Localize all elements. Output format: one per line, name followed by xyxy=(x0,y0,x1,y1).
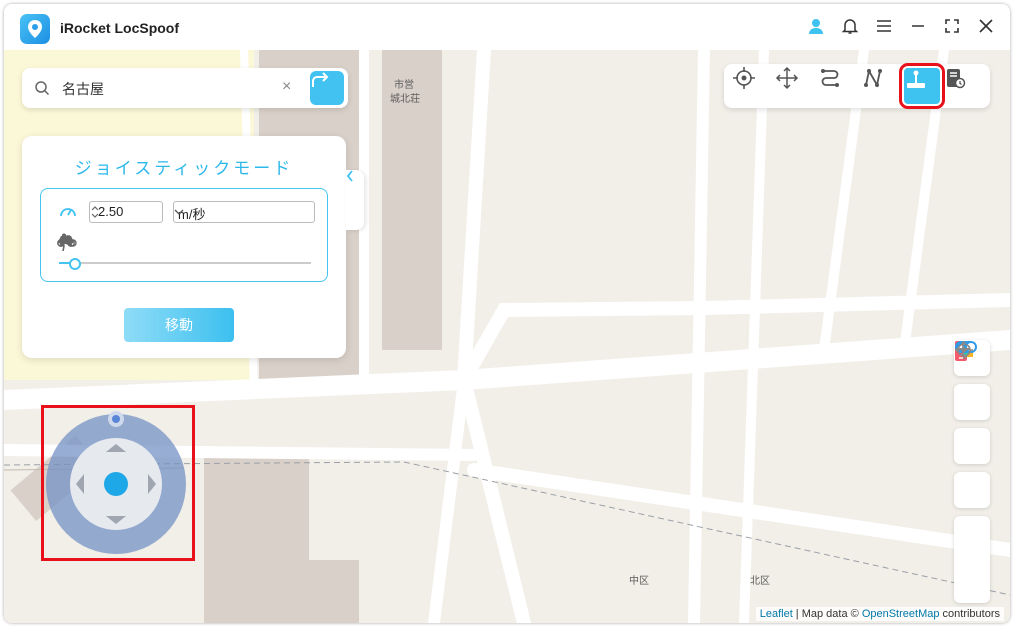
map-label: 中区 xyxy=(629,576,649,587)
joystick-control[interactable] xyxy=(46,411,186,554)
search-go-button[interactable] xyxy=(310,71,344,105)
chevron-left-icon xyxy=(346,170,353,182)
speed-value: 2.50 xyxy=(98,204,124,219)
teleport-mode-button[interactable] xyxy=(732,66,772,106)
multi-route-icon xyxy=(863,68,882,88)
map-view[interactable]: 市営 城北荘 中区 北区 × ジョイスティックモード 2.50 xyxy=(4,50,1010,623)
direction-indicator-icon[interactable] xyxy=(108,411,124,427)
joystick-icon xyxy=(906,70,925,88)
app-title: iRocket LocSpoof xyxy=(60,20,180,36)
device-button[interactable] xyxy=(954,341,990,420)
side-toolbar xyxy=(954,340,994,603)
zoom-out-button[interactable] xyxy=(954,348,990,603)
panel-title: ジョイスティックモード xyxy=(74,159,294,178)
attribution-tail: contributors xyxy=(939,608,1000,620)
menu-icon[interactable] xyxy=(874,16,894,36)
move-mode-button[interactable] xyxy=(775,66,815,106)
zoom-in-button[interactable] xyxy=(954,342,990,574)
arrow-down-icon xyxy=(106,516,126,524)
leaflet-link[interactable]: Leaflet xyxy=(760,608,793,620)
slider-handle[interactable] xyxy=(69,258,82,270)
move-button[interactable]: 移動 xyxy=(124,308,234,342)
map-label: 北区 xyxy=(750,576,770,587)
search-input[interactable] xyxy=(60,77,264,101)
speed-settings: 2.50 m/秒 xyxy=(40,188,328,282)
minus-icon xyxy=(956,348,970,350)
title-bar: iRocket LocSpoof xyxy=(4,4,1010,50)
arrow-right-icon xyxy=(148,474,156,494)
search-bar: × xyxy=(22,68,348,108)
joystick-pad[interactable] xyxy=(70,438,162,530)
attribution-text: | Map data © xyxy=(792,608,862,620)
map-attribution: Leaflet | Map data © OpenStreetMap contr… xyxy=(755,607,1004,621)
joystick-mode-button[interactable] xyxy=(898,63,945,109)
speed-unit-select[interactable]: m/秒 xyxy=(173,201,315,223)
arrow-up-icon xyxy=(106,444,126,452)
collapse-panel-button[interactable] xyxy=(346,170,364,230)
joystick-mode-panel: ジョイスティックモード 2.50 m/秒 移動 xyxy=(22,136,346,358)
history-button[interactable] xyxy=(943,66,983,106)
send-location-button[interactable] xyxy=(954,341,990,464)
locate-button[interactable] xyxy=(954,341,990,545)
crosshair-icon xyxy=(732,67,755,89)
chevron-down-icon xyxy=(174,209,184,215)
map-label: 市営 xyxy=(394,80,414,91)
app-window: iRocket LocSpoof 市営 城北荘 中区 北区 名古屋 × ジョイス… xyxy=(4,4,1010,623)
minimize-icon[interactable] xyxy=(908,16,928,36)
toggle-button[interactable] xyxy=(954,341,990,508)
close-icon[interactable] xyxy=(976,16,996,36)
bell-icon[interactable] xyxy=(840,16,860,36)
route-icon xyxy=(820,69,839,87)
multi-spot-mode-button[interactable] xyxy=(861,66,901,106)
redirect-arrow-icon xyxy=(312,72,329,87)
mode-toolbar xyxy=(724,63,990,109)
two-spot-mode-button[interactable] xyxy=(818,66,858,106)
stepper-icon[interactable] xyxy=(90,204,100,220)
osm-link[interactable]: OpenStreetMap xyxy=(862,608,940,620)
map-label: 城北荘 xyxy=(390,94,420,105)
history-icon xyxy=(946,69,965,89)
move-arrows-icon xyxy=(775,66,798,90)
clear-search-icon[interactable]: × xyxy=(282,78,291,96)
app-logo xyxy=(20,14,50,44)
maximize-icon[interactable] xyxy=(942,16,962,36)
zoom-controls xyxy=(954,341,990,603)
joystick-knob[interactable] xyxy=(104,472,128,496)
speed-input[interactable]: 2.50 xyxy=(89,201,163,223)
arrow-left-icon xyxy=(76,474,84,494)
speed-slider[interactable] xyxy=(59,258,311,270)
user-icon[interactable] xyxy=(806,16,826,36)
